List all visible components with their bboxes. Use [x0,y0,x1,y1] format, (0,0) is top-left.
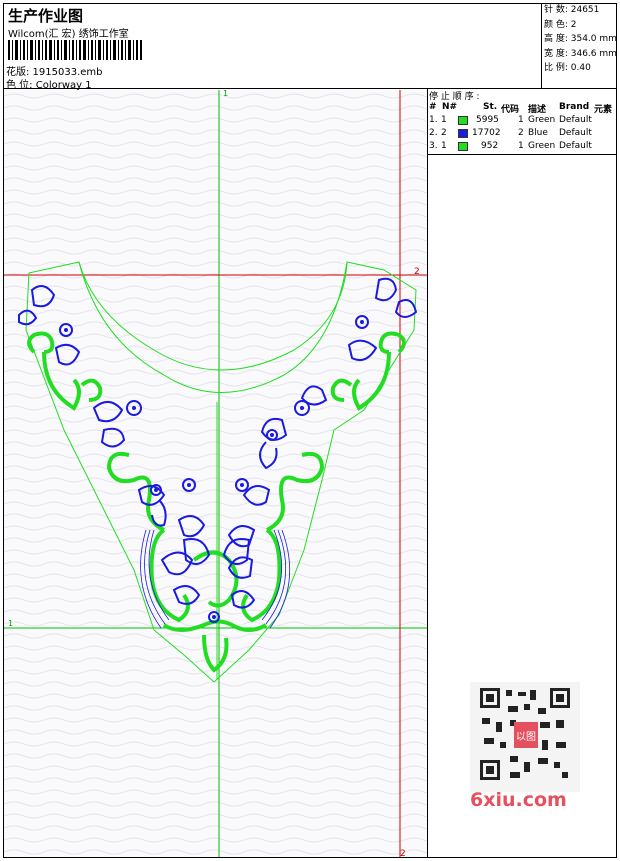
qr-code-icon: 以图 [470,682,580,792]
guide-label: 1 [8,619,13,628]
stat-width: 宽 度: 346.6 mm [544,48,617,59]
page-title: 生产作业图 [8,7,84,25]
table-row: 2. 2 17702 2 Blue Default [429,128,592,138]
colorway-label: 色 位: Colorway 1 [6,80,92,91]
design-canvas: 1 2 1 2 [4,90,427,857]
col-code: 代码 [501,105,520,115]
studio-name: Wilcom(汇 宏) 绣饰工作室 [8,29,129,40]
barcode-icon [8,40,142,60]
stat-stitches: 针 数: 24651 [544,5,600,15]
stop-sequence-title: 停 止 顺 序 : [429,92,480,102]
color-swatch [458,129,468,138]
stat-height: 高 度: 354.0 mm [544,34,617,45]
color-swatch [458,116,468,125]
col-needle: N# [442,102,458,112]
stamp-text: 以图 [516,731,536,743]
col-stitches: St. [483,102,498,112]
table-row: 1. 1 5995 1 Green Default [429,115,592,125]
col-description: 描述 [528,105,547,115]
guide-label: 1 [223,90,228,98]
guide-label: 2 [414,267,420,277]
table-row: 3. 1 952 1 Green Default [429,141,592,151]
guide-label: 2 [400,849,406,857]
color-swatch [458,142,468,151]
stat-colors: 颜 色: 2 [544,19,577,30]
design-stats: 针 数: 24651 颜 色: 2 高 度: 354.0 mm 宽 度: 346… [541,3,617,89]
col-brand: Brand [559,102,590,112]
watermark-site: 6xiu.com [470,789,567,811]
stat-scale: 比 例: 0.40 [544,63,591,74]
col-index: # [429,102,437,112]
col-element: 元素 [594,105,613,115]
header: 生产作业图 Wilcom(汇 宏) 绣饰工作室 花版: 1915033.emb … [3,3,617,91]
